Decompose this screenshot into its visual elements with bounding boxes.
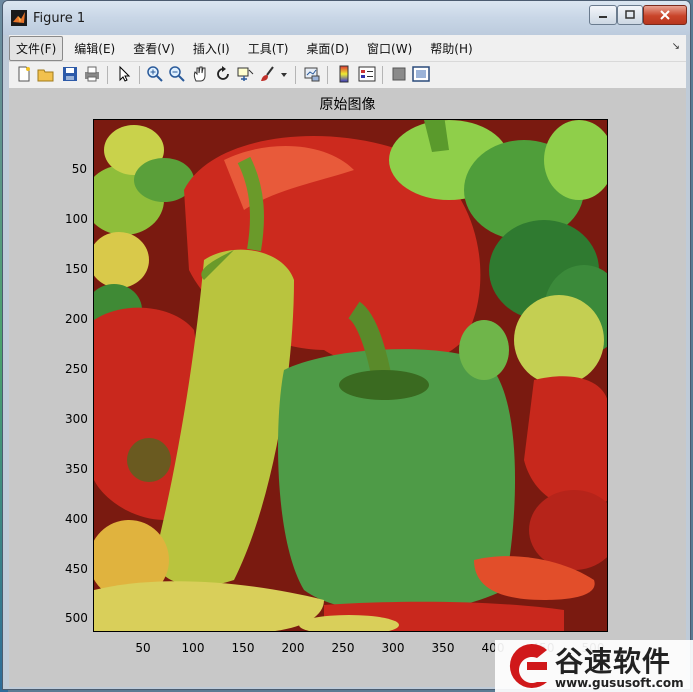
menu-edit[interactable]: 编辑(E) bbox=[67, 36, 122, 61]
x-tick-label: 150 bbox=[231, 641, 255, 655]
rotate-icon[interactable] bbox=[214, 65, 232, 83]
minimize-icon bbox=[599, 16, 607, 18]
x-tick-label: 300 bbox=[381, 641, 405, 655]
toolbar-separator bbox=[139, 66, 140, 84]
maximize-button[interactable] bbox=[617, 5, 643, 25]
y-tick-label: 500 bbox=[65, 611, 88, 625]
menu-file[interactable]: 文件(F) bbox=[9, 35, 64, 61]
menu-insert[interactable]: 插入(I) bbox=[186, 36, 237, 61]
zoom-out-icon[interactable] bbox=[168, 65, 186, 83]
toolbar-separator bbox=[382, 66, 383, 84]
link-plot-icon[interactable] bbox=[303, 65, 321, 83]
x-tick-label: 50 bbox=[135, 641, 151, 655]
x-tick-label: 350 bbox=[431, 641, 455, 655]
figure-canvas: 原始图像 50 100 150 200 250 300 350 400 450 … bbox=[9, 89, 686, 687]
title-bar[interactable]: Figure 1 bbox=[3, 1, 690, 35]
data-cursor-icon[interactable] bbox=[236, 65, 254, 83]
menu-overflow-icon[interactable]: ↘ bbox=[672, 41, 680, 52]
menu-view[interactable]: 查看(V) bbox=[126, 36, 182, 61]
toolbar-separator bbox=[107, 66, 108, 84]
close-button[interactable] bbox=[643, 5, 687, 25]
brush-icon[interactable] bbox=[259, 65, 277, 83]
y-tick-label: 250 bbox=[65, 362, 88, 376]
x-tick-label: 100 bbox=[181, 641, 205, 655]
brush-dropdown-icon[interactable] bbox=[279, 65, 289, 83]
figure-toolbar bbox=[9, 62, 686, 89]
new-figure-icon[interactable] bbox=[15, 65, 33, 83]
peppers-image bbox=[94, 120, 607, 631]
y-tick-label: 50 bbox=[71, 162, 87, 176]
watermark-url: www.gususoft.com bbox=[555, 676, 684, 690]
y-tick-label: 450 bbox=[65, 562, 88, 576]
close-icon bbox=[660, 10, 670, 20]
pan-icon[interactable] bbox=[191, 65, 209, 83]
minimize-button[interactable] bbox=[589, 5, 617, 25]
show-plot-tools-icon[interactable] bbox=[412, 65, 430, 83]
image-axes[interactable] bbox=[93, 119, 608, 632]
matlab-icon bbox=[11, 10, 27, 26]
x-tick-label: 200 bbox=[281, 641, 305, 655]
x-tick-label: 250 bbox=[331, 641, 355, 655]
y-tick-label: 350 bbox=[65, 462, 88, 476]
menu-tools[interactable]: 工具(T) bbox=[241, 36, 296, 61]
plot-title: 原始图像 bbox=[319, 97, 376, 113]
gusu-logo bbox=[509, 644, 547, 688]
menu-desktop[interactable]: 桌面(D) bbox=[299, 36, 356, 61]
y-tick-label: 200 bbox=[65, 312, 88, 326]
colorbar-icon[interactable] bbox=[335, 65, 353, 83]
menu-bar: 文件(F) 编辑(E) 查看(V) 插入(I) 工具(T) 桌面(D) 窗口(W… bbox=[9, 35, 686, 62]
y-tick-label: 300 bbox=[65, 412, 88, 426]
figure-window: Figure 1 文件(F) 编辑(E) 查看(V) 插入(I) 工具(T) 桌… bbox=[2, 0, 691, 690]
toolbar-separator bbox=[295, 66, 296, 84]
window-title: Figure 1 bbox=[33, 11, 86, 26]
watermark: 谷速软件 www.gususoft.com bbox=[495, 640, 693, 692]
open-icon[interactable] bbox=[37, 65, 55, 83]
y-tick-label: 400 bbox=[65, 512, 88, 526]
menu-window[interactable]: 窗口(W) bbox=[360, 36, 419, 61]
print-icon[interactable] bbox=[83, 65, 101, 83]
legend-icon[interactable] bbox=[358, 65, 376, 83]
y-tick-label: 100 bbox=[65, 212, 88, 226]
toolbar-separator bbox=[327, 66, 328, 84]
save-icon[interactable] bbox=[61, 65, 79, 83]
menu-help[interactable]: 帮助(H) bbox=[423, 36, 479, 61]
hide-plot-tools-icon[interactable] bbox=[390, 65, 408, 83]
y-tick-label: 150 bbox=[65, 262, 88, 276]
zoom-in-icon[interactable] bbox=[146, 65, 164, 83]
maximize-icon bbox=[625, 10, 635, 19]
watermark-brand: 谷速软件 bbox=[555, 645, 672, 678]
pointer-icon[interactable] bbox=[115, 65, 133, 83]
